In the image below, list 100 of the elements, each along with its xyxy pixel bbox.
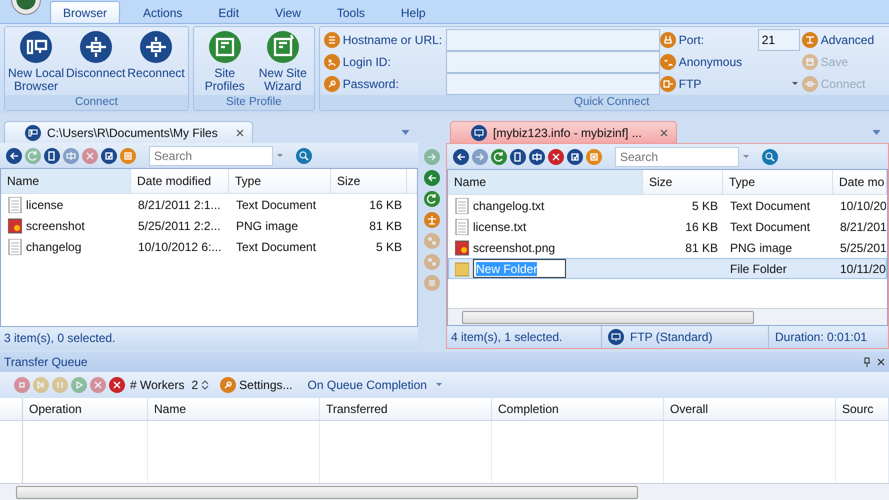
settings-button[interactable]: Settings... <box>220 377 293 393</box>
ribbon-tab[interactable]: Browser <box>50 1 120 23</box>
caret-icon[interactable] <box>872 130 881 135</box>
ribbon-tab[interactable]: Tools <box>324 1 378 23</box>
document-icon <box>455 218 469 234</box>
column-header[interactable]: Completion <box>492 398 664 420</box>
column-header[interactable]: Type <box>229 169 331 193</box>
table-cell-text: 8/21/2011 2:1... <box>137 196 222 214</box>
toolbar-button[interactable] <box>491 148 507 164</box>
toolbar-button[interactable] <box>6 148 22 164</box>
horizontal-scrollbar[interactable] <box>0 483 889 500</box>
table-cell-text: 5/25/2011 2:2... <box>137 218 222 234</box>
ribbon-button[interactable]: New Site Wizard <box>254 31 311 95</box>
file-row[interactable]: New Folder File Folder 10/11/20 <box>448 258 887 279</box>
close-icon[interactable] <box>236 128 244 136</box>
toolbar-button[interactable] <box>548 148 564 164</box>
caret-icon[interactable] <box>401 130 410 135</box>
ribbon-button[interactable]: Disconnect <box>66 31 126 95</box>
protocol-dropdown[interactable]: FTP <box>660 73 758 95</box>
input-field[interactable] <box>446 29 660 51</box>
column-header[interactable]: Operation <box>23 398 148 420</box>
file-row[interactable]: changelog 10/10/2012 6:... Text Document 5 KB <box>1 236 417 257</box>
app-icon <box>266 31 299 63</box>
search-field[interactable]: Search <box>149 146 273 166</box>
close-icon[interactable] <box>877 357 885 367</box>
file-row[interactable]: license.txt 16 KB Text Document 8/21/201 <box>448 216 887 237</box>
toolbar-button[interactable] <box>453 148 469 164</box>
ribbon-tab[interactable]: Help <box>388 1 439 23</box>
toolbar-button[interactable] <box>424 170 440 186</box>
computer-icon <box>471 124 487 140</box>
ribbon-tab[interactable]: Actions <box>130 1 196 23</box>
toolbar-button[interactable] <box>510 148 526 164</box>
close-icon[interactable] <box>660 128 668 136</box>
ribbon-button[interactable]: New Local Browser <box>8 31 64 95</box>
caret-icon[interactable] <box>277 154 283 158</box>
toolbar-button[interactable] <box>567 148 583 164</box>
table-cell-text: 8/21/201 <box>839 218 886 236</box>
toolbar-button[interactable] <box>529 148 545 164</box>
toolbar-button[interactable] <box>44 148 60 164</box>
file-row[interactable]: screenshot.png 81 KB PNG image 5/25/201 <box>448 237 887 258</box>
ribbon-button[interactable]: Site Profiles <box>196 31 253 95</box>
table-cell-text: 10/11/20 <box>839 260 886 278</box>
file-name: screenshot.png <box>473 240 556 254</box>
column-header[interactable]: Transferred <box>320 398 492 420</box>
column-header[interactable]: Name <box>1 169 131 193</box>
image-file-icon <box>8 218 22 234</box>
column-header[interactable]: Sourc <box>836 398 889 420</box>
pane-tab[interactable]: C:\Users\R\Documents\My Files <box>4 121 253 143</box>
search-icon[interactable] <box>296 148 312 164</box>
port-field[interactable]: 21 <box>758 29 800 51</box>
search-field[interactable]: Search <box>615 146 739 166</box>
file-row[interactable]: license 8/21/2011 2:1... Text Document 16 KB <box>1 194 417 215</box>
table-cell-text: 5 KB <box>690 198 719 214</box>
document-icon <box>455 198 469 214</box>
tab-title: C:\Users\R\Documents\My Files <box>47 126 218 140</box>
column-header[interactable]: Type <box>723 170 833 194</box>
caret-icon[interactable] <box>792 82 798 86</box>
app-icon <box>660 76 676 92</box>
column-header[interactable]: Size <box>331 169 407 193</box>
table-cell-text: 5 KB <box>374 238 403 256</box>
file-row[interactable]: screenshot 5/25/2011 2:2... PNG image 81 KB <box>1 215 417 236</box>
table-cell-text: Text Document <box>235 238 318 256</box>
action-button[interactable]: Advanced <box>802 29 889 51</box>
ribbon-tab[interactable]: Edit <box>205 1 252 23</box>
field-label: Password: <box>342 77 399 91</box>
search-icon[interactable] <box>762 148 778 164</box>
field-label: Login ID: <box>342 55 391 69</box>
column-header[interactable]: Overall <box>664 398 836 420</box>
status-text: 4 item(s), 1 selected. <box>450 330 564 344</box>
table-cell-text: 5/25/201 <box>839 240 886 256</box>
horizontal-scrollbar[interactable] <box>448 308 887 325</box>
file-row[interactable]: changelog.txt 5 KB Text Document 10/10/20 <box>448 195 887 216</box>
ribbon-tab[interactable]: View <box>262 1 314 23</box>
caret-icon[interactable] <box>743 154 749 158</box>
ribbon-button[interactable]: Reconnect <box>127 31 185 95</box>
column-header[interactable]: Name <box>148 398 320 420</box>
group-title: Site Profile <box>194 95 314 110</box>
column-header[interactable]: Size <box>643 170 723 194</box>
input-field[interactable] <box>446 73 660 95</box>
wrench-icon <box>220 377 236 393</box>
folder-icon <box>455 260 469 276</box>
column-header[interactable]: Name <box>448 170 643 194</box>
anonymous-button[interactable]: Anonymous <box>660 51 758 73</box>
table-cell-text: 10/10/2012 6:... <box>137 238 222 256</box>
pane-tab[interactable]: [mybiz123.info - mybizinf] ... <box>450 121 677 143</box>
image-file-icon <box>455 240 469 256</box>
pin-icon[interactable] <box>863 357 871 367</box>
workers-spinner[interactable]: 2 <box>187 378 212 392</box>
column-header[interactable]: Date mo <box>833 170 887 194</box>
app-icon <box>208 31 241 63</box>
input-field[interactable] <box>446 51 660 73</box>
toolbar-button[interactable] <box>101 148 117 164</box>
app-icon <box>324 54 340 70</box>
column-header[interactable]: Date modified <box>131 169 229 193</box>
file-name: changelog.txt <box>473 198 544 212</box>
app-icon <box>20 31 52 63</box>
toolbar-button[interactable] <box>109 377 125 393</box>
queue-completion-dropdown[interactable]: On Queue Completion <box>308 378 442 392</box>
status-text: 3 item(s), 0 selected. <box>4 331 116 345</box>
toolbar-button[interactable] <box>424 191 440 207</box>
